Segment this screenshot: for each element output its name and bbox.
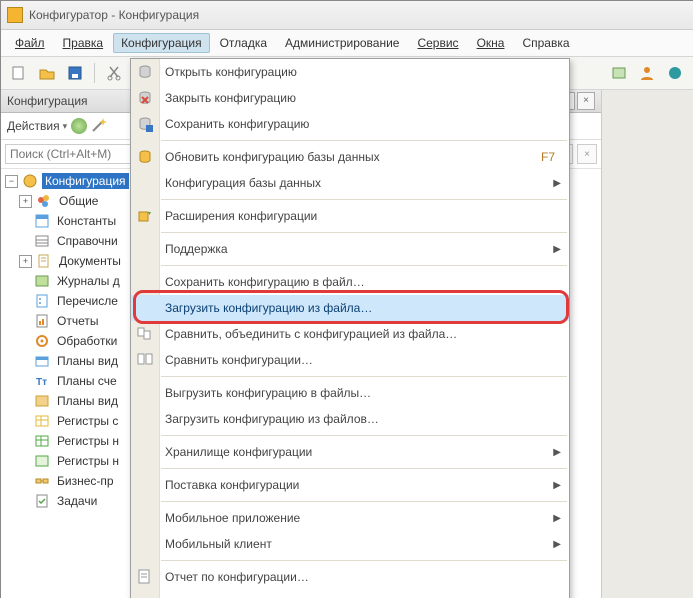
info-register-icon (34, 413, 50, 429)
menu-close-configuration[interactable]: Закрыть конфигурацию (131, 85, 569, 111)
menu-admin[interactable]: Администрирование (277, 33, 407, 53)
processing-icon (34, 333, 50, 349)
add-icon[interactable] (71, 118, 87, 134)
config-icon (22, 173, 38, 189)
toolbar-save-icon[interactable] (63, 61, 87, 85)
update-db-icon (136, 148, 154, 166)
submenu-arrow-icon: ▶ (553, 178, 561, 189)
open-config-icon (136, 63, 154, 81)
toolbar-cut-icon[interactable] (102, 61, 126, 85)
wand-icon[interactable] (91, 117, 107, 136)
expand-icon[interactable]: + (19, 255, 32, 268)
window-title: Конфигуратор - Конфигурация (29, 8, 199, 22)
menu-compare[interactable]: Сравнить конфигурации… (131, 347, 569, 373)
reports-icon (34, 313, 50, 329)
menu-separator (161, 265, 567, 266)
menu-storage[interactable]: Хранилище конфигурации▶ (131, 439, 569, 465)
menu-configuration[interactable]: Конфигурация (113, 33, 210, 53)
titlebar: Конфигуратор - Конфигурация (1, 1, 693, 30)
menu-file[interactable]: Файл (7, 33, 53, 53)
submenu-arrow-icon: ▶ (553, 513, 561, 524)
menu-separator (161, 501, 567, 502)
menu-extensions[interactable]: Расширения конфигурации (131, 203, 569, 229)
calc-types-icon (34, 393, 50, 409)
menu-separator (161, 435, 567, 436)
search-clear-icon[interactable]: × (577, 144, 597, 164)
menu-shortcut: F7 (541, 150, 555, 164)
expand-icon[interactable]: − (5, 175, 18, 188)
toolbar-user-icon[interactable] (635, 61, 659, 85)
accum-register-icon (34, 433, 50, 449)
menu-separator (161, 560, 567, 561)
bp-icon (34, 473, 50, 489)
menu-separator (161, 232, 567, 233)
menu-windows[interactable]: Окна (469, 33, 513, 53)
workspace (602, 90, 693, 598)
expand-icon[interactable]: + (19, 195, 32, 208)
submenu-arrow-icon: ▶ (553, 447, 561, 458)
menu-save-to-file[interactable]: Сохранить конфигурацию в файл… (131, 269, 569, 295)
menu-separator (161, 376, 567, 377)
extensions-icon (136, 207, 154, 225)
compare-icon (136, 351, 154, 369)
menu-support[interactable]: Поддержка ▶ (131, 236, 569, 262)
menu-separator (161, 140, 567, 141)
menu-config-report[interactable]: Отчет по конфигурации… (131, 564, 569, 590)
menu-update-db[interactable]: Обновить конфигурацию базы данных F7 (131, 144, 569, 170)
menu-open-configuration[interactable]: Открыть конфигурацию (131, 59, 569, 85)
menu-debug[interactable]: Отладка (212, 33, 275, 53)
menu-service[interactable]: Сервис (409, 33, 466, 53)
toolbar-generic-icon[interactable] (663, 61, 687, 85)
constants-icon (34, 213, 50, 229)
chart-types-icon (34, 353, 50, 369)
menu-separator (161, 468, 567, 469)
panel-title: Конфигурация (7, 94, 88, 108)
menubar: Файл Правка Конфигурация Отладка Админис… (1, 30, 693, 57)
actions-dropdown[interactable]: Действия (7, 119, 67, 133)
menu-unload-to-files[interactable]: Выгрузить конфигурацию в файлы… (131, 380, 569, 406)
compare-merge-icon (136, 325, 154, 343)
common-icon (36, 193, 52, 209)
toolbar-separator (94, 63, 95, 83)
toolbar-generic-icon[interactable] (607, 61, 631, 85)
documents-icon (36, 253, 52, 269)
tasks-icon (34, 493, 50, 509)
app-icon (7, 7, 23, 23)
close-config-icon (136, 89, 154, 107)
menu-supply[interactable]: Поставка конфигурации▶ (131, 472, 569, 498)
submenu-arrow-icon: ▶ (553, 539, 561, 550)
svg-text:Тт: Тт (36, 377, 47, 388)
accounts-icon: Тт (34, 373, 50, 389)
toolbar-open-icon[interactable] (35, 61, 59, 85)
menu-compare-merge[interactable]: Сравнить, объединить с конфигурацией из … (131, 321, 569, 347)
panel-close-icon[interactable]: × (577, 92, 595, 110)
menu-db-configuration[interactable]: Конфигурация базы данных ▶ (131, 170, 569, 196)
toolbar-new-icon[interactable] (7, 61, 31, 85)
save-config-icon (136, 115, 154, 133)
report-icon (136, 568, 154, 586)
menu-load-from-files[interactable]: Загрузить конфигурацию из файлов… (131, 406, 569, 432)
accum-register-icon (34, 453, 50, 469)
enum-icon (34, 293, 50, 309)
journal-icon (34, 273, 50, 289)
menu-mobile-client[interactable]: Мобильный клиент▶ (131, 531, 569, 557)
catalog-icon (34, 233, 50, 249)
menu-help[interactable]: Справка (514, 33, 577, 53)
menu-mobile-app[interactable]: Мобильное приложение▶ (131, 505, 569, 531)
menu-save-configuration[interactable]: Сохранить конфигурацию (131, 111, 569, 137)
submenu-arrow-icon: ▶ (553, 480, 561, 491)
submenu-arrow-icon: ▶ (553, 244, 561, 255)
menu-separator (161, 199, 567, 200)
menu-load-from-file[interactable]: Загрузить конфигурацию из файла… (131, 295, 569, 321)
menu-edit[interactable]: Правка (55, 33, 112, 53)
configuration-menu: Открыть конфигурацию Закрыть конфигураци… (130, 58, 570, 598)
menu-module-check[interactable]: Проверка модулей… (131, 590, 569, 598)
